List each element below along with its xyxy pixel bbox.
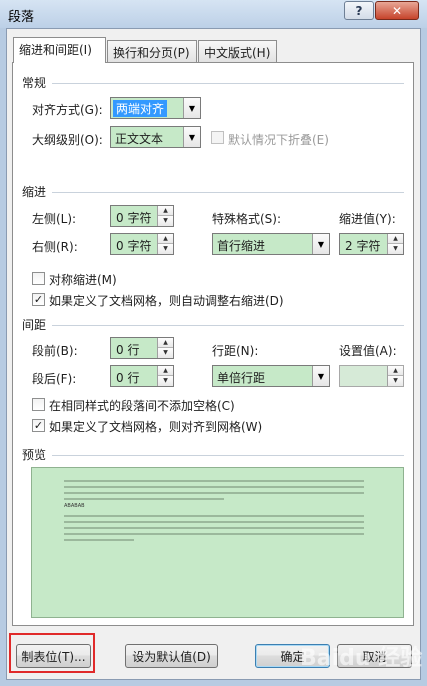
space-after-label: 段后(F): bbox=[32, 372, 77, 386]
section-general-heading: 常规 bbox=[22, 76, 47, 90]
space-after-value: 0 行 bbox=[116, 371, 140, 385]
dropdown-arrow-icon[interactable]: ▼ bbox=[312, 234, 329, 254]
indent-right-label: 右侧(R): bbox=[32, 240, 78, 254]
preview-pane: ABABAB bbox=[31, 467, 404, 618]
set-default-button[interactable]: 设为默认值(D) bbox=[125, 644, 218, 668]
mirror-indent-checkbox[interactable] bbox=[32, 272, 45, 285]
spin-down-icon[interactable]: ▼ bbox=[158, 216, 173, 226]
tab-indents-spacing[interactable]: 缩进和间距(I) bbox=[13, 37, 106, 63]
spin-up-icon[interactable]: ▲ bbox=[158, 234, 173, 244]
alignment-label: 对齐方式(G): bbox=[32, 103, 103, 117]
line-spacing-at-spinner[interactable]: ▲ ▼ bbox=[339, 365, 404, 387]
help-icon: ? bbox=[355, 3, 363, 18]
preview-line bbox=[64, 533, 364, 535]
indent-left-spinner[interactable]: 0 字符 ▲ ▼ bbox=[110, 205, 174, 227]
special-indent-label: 特殊格式(S): bbox=[212, 212, 282, 226]
indent-by-spinner[interactable]: 2 字符 ▲ ▼ bbox=[339, 233, 404, 255]
no-space-same-style-label: 在相同样式的段落间不添加空格(C) bbox=[49, 399, 235, 413]
tab-line-page-breaks[interactable]: 换行和分页(P) bbox=[107, 40, 197, 62]
divider bbox=[52, 325, 404, 326]
dropdown-arrow-icon[interactable]: ▼ bbox=[312, 366, 329, 386]
outline-level-label: 大纲级别(O): bbox=[32, 133, 103, 147]
spin-up-icon[interactable]: ▲ bbox=[388, 366, 403, 376]
space-before-label: 段前(B): bbox=[32, 344, 78, 358]
watermark: Baidu 经验 bbox=[300, 646, 423, 671]
snap-to-grid-checkbox[interactable]: ✓ bbox=[32, 419, 45, 432]
outline-level-value: 正文文本 bbox=[115, 132, 164, 146]
line-spacing-at-label: 设置值(A): bbox=[339, 344, 397, 358]
spin-down-icon[interactable]: ▼ bbox=[388, 244, 403, 254]
outline-level-dropdown[interactable]: 正文文本 ▼ bbox=[110, 126, 201, 148]
spin-down-icon[interactable]: ▼ bbox=[158, 348, 173, 358]
space-after-spinner[interactable]: 0 行 ▲ ▼ bbox=[110, 365, 174, 387]
spin-up-icon[interactable]: ▲ bbox=[158, 206, 173, 216]
spin-up-icon[interactable]: ▲ bbox=[388, 234, 403, 244]
preview-line bbox=[64, 486, 364, 488]
spin-up-icon[interactable]: ▲ bbox=[158, 338, 173, 348]
tab-label: 换行和分页(P) bbox=[113, 46, 190, 60]
divider bbox=[52, 192, 404, 193]
auto-adjust-indent-checkbox[interactable]: ✓ bbox=[32, 293, 45, 306]
indent-right-value: 0 字符 bbox=[116, 239, 152, 253]
dropdown-arrow-icon[interactable]: ▼ bbox=[183, 127, 200, 147]
no-space-same-style-checkbox[interactable] bbox=[32, 398, 45, 411]
spin-up-icon[interactable]: ▲ bbox=[158, 366, 173, 376]
indent-by-value: 2 字符 bbox=[345, 239, 381, 253]
spin-down-icon[interactable]: ▼ bbox=[158, 376, 173, 386]
dropdown-arrow-icon[interactable]: ▼ bbox=[183, 98, 200, 118]
section-preview-heading: 预览 bbox=[22, 448, 47, 462]
annotation-highlight-box bbox=[9, 633, 95, 673]
preview-line bbox=[64, 492, 364, 494]
indent-by-label: 缩进值(Y): bbox=[339, 212, 396, 226]
space-before-spinner[interactable]: 0 行 ▲ ▼ bbox=[110, 337, 174, 359]
spin-down-icon[interactable]: ▼ bbox=[158, 244, 173, 254]
preview-line bbox=[64, 498, 224, 500]
indent-left-value: 0 字符 bbox=[116, 211, 152, 225]
space-before-value: 0 行 bbox=[116, 343, 140, 357]
preview-line bbox=[64, 527, 364, 529]
close-button[interactable]: ✕ bbox=[375, 1, 419, 20]
line-spacing-value: 单倍行距 bbox=[217, 371, 266, 385]
tab-asian-typography[interactable]: 中文版式(H) bbox=[198, 40, 277, 62]
set-default-button-label: 设为默认值(D) bbox=[132, 649, 211, 664]
indent-right-spinner[interactable]: 0 字符 ▲ ▼ bbox=[110, 233, 174, 255]
help-button[interactable]: ? bbox=[344, 1, 374, 20]
special-indent-value: 首行缩进 bbox=[217, 239, 266, 253]
window-title: 段落 bbox=[8, 10, 35, 25]
preview-line bbox=[64, 480, 364, 482]
special-indent-dropdown[interactable]: 首行缩进 ▼ bbox=[212, 233, 330, 255]
checkmark-icon: ✓ bbox=[33, 419, 44, 432]
line-spacing-dropdown[interactable]: 单倍行距 ▼ bbox=[212, 365, 330, 387]
preview-line bbox=[64, 515, 364, 517]
auto-adjust-indent-label: 如果定义了文档网格，则自动调整右缩进(D) bbox=[49, 294, 284, 308]
collapse-default-checkbox[interactable] bbox=[211, 131, 224, 144]
preview-sample-text: ABABAB bbox=[64, 503, 85, 509]
spin-down-icon[interactable]: ▼ bbox=[388, 376, 403, 386]
divider bbox=[52, 83, 404, 84]
collapse-default-label: 默认情况下折叠(E) bbox=[228, 133, 329, 147]
section-spacing-heading: 间距 bbox=[22, 318, 47, 332]
indent-left-label: 左侧(L): bbox=[32, 212, 77, 226]
preview-line bbox=[64, 521, 364, 523]
title-bar: 段落 ? ✕ bbox=[0, 0, 427, 28]
divider bbox=[52, 455, 404, 456]
alignment-value: 两端对齐 bbox=[113, 100, 168, 117]
snap-to-grid-label: 如果定义了文档网格，则对齐到网格(W) bbox=[49, 420, 263, 434]
line-spacing-label: 行距(N): bbox=[212, 344, 259, 358]
checkmark-icon: ✓ bbox=[33, 293, 44, 306]
mirror-indent-label: 对称缩进(M) bbox=[49, 273, 117, 287]
tab-label: 缩进和间距(I) bbox=[19, 43, 92, 57]
close-icon: ✕ bbox=[391, 3, 403, 18]
preview-line bbox=[64, 539, 134, 541]
tab-label: 中文版式(H) bbox=[204, 46, 271, 60]
alignment-dropdown[interactable]: 两端对齐 ▼ bbox=[110, 97, 201, 119]
section-indent-heading: 缩进 bbox=[22, 185, 47, 199]
